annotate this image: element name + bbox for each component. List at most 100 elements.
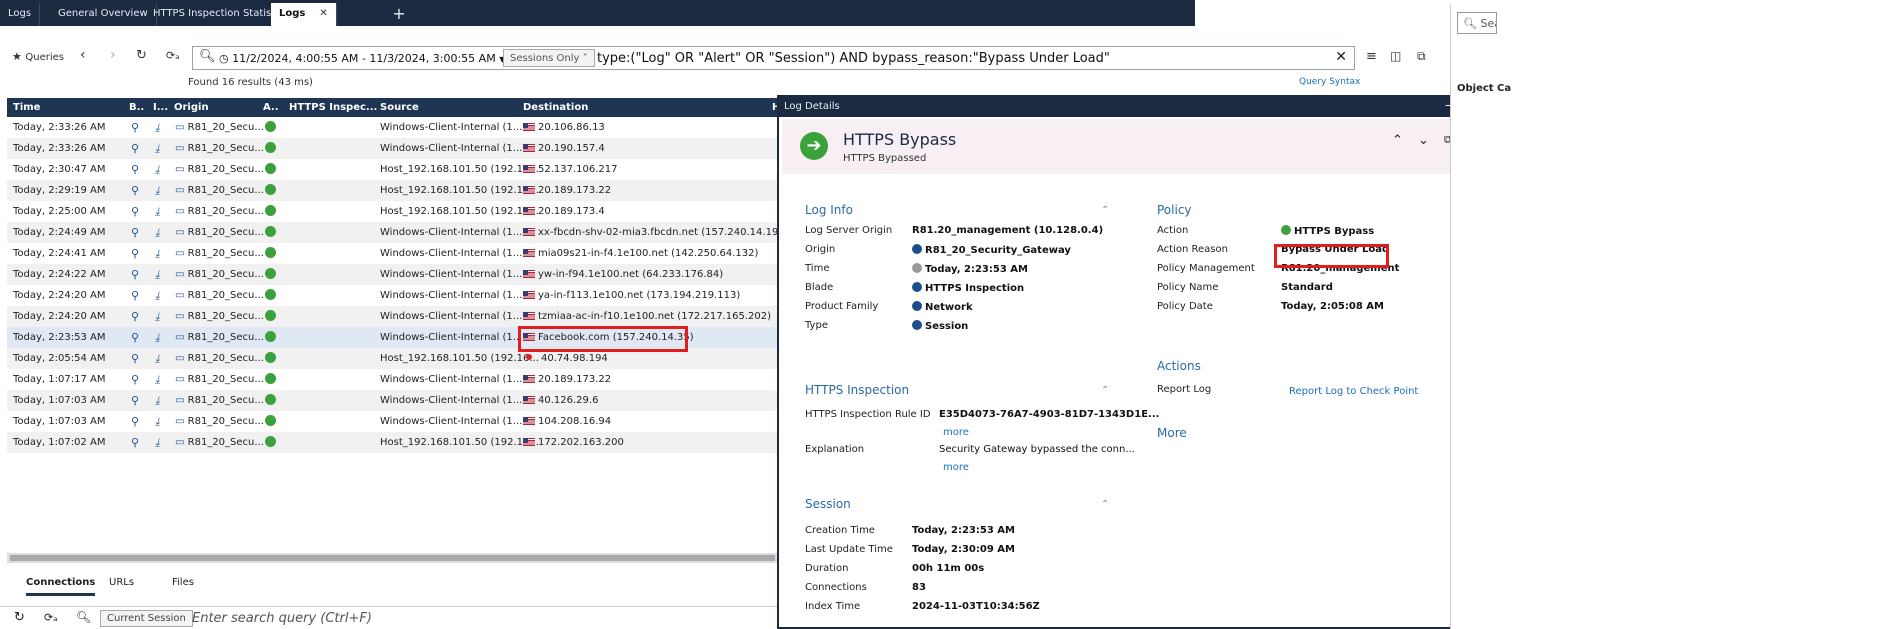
query-options-button[interactable]: ⟳ₐ: [166, 49, 180, 62]
download-icon[interactable]: ⤓: [155, 394, 160, 408]
tab-connections[interactable]: Connections: [26, 577, 96, 596]
magnifier-icon[interactable]: ⚲: [131, 247, 139, 260]
table-row[interactable]: Today, 2:33:26 AM ⚲ ⤓ ▭ R81_20_Secu... Windo…: [7, 138, 782, 159]
download-icon[interactable]: ⤓: [155, 247, 160, 261]
download-icon[interactable]: ⤓: [155, 373, 160, 387]
clear-query-icon[interactable]: ✕: [1335, 49, 1347, 65]
column-https-inspection[interactable]: HTTPS Inspec...: [289, 102, 377, 113]
collapse-icon[interactable]: ⌃: [1101, 385, 1109, 396]
magnifier-icon[interactable]: ⚲: [131, 268, 139, 281]
download-icon[interactable]: ⤓: [155, 205, 160, 219]
new-tab-button[interactable]: +: [388, 3, 410, 25]
session-filter[interactable]: Sessions Only ˅: [503, 49, 595, 67]
forward-button[interactable]: ›: [110, 47, 116, 63]
table-row[interactable]: Today, 1:07:17 AM ⚲ ⤓ ▭ R81_20_Secu... Windo…: [7, 369, 782, 390]
table-row[interactable]: Today, 2:24:20 AM ⚲ ⤓ ▭ R81_20_Secu... Windo…: [7, 306, 782, 327]
table-row[interactable]: Today, 2:29:19 AM ⚲ ⤓ ▭ R81_20_Secu... Host_…: [7, 180, 782, 201]
time-range-selector[interactable]: ◷ 11/2/2024, 4:00:55 AM - 11/3/2024, 3:0…: [219, 52, 505, 65]
section-session[interactable]: Session: [805, 497, 851, 511]
collapse-icon[interactable]: ⌃: [1101, 499, 1109, 510]
table-row[interactable]: Today, 1:07:03 AM ⚲ ⤓ ▭ R81_20_Secu... Windo…: [7, 390, 782, 411]
section-https-inspection[interactable]: HTTPS Inspection: [805, 383, 909, 397]
tab-logs-active[interactable]: Logs ✕: [271, 3, 337, 26]
panel-toggle-icon[interactable]: ◫: [1390, 49, 1401, 63]
column-blade[interactable]: B..: [129, 102, 144, 113]
menu-icon[interactable]: ≡: [1366, 49, 1377, 64]
magnifier-icon[interactable]: ⚲: [131, 352, 139, 365]
queries-button[interactable]: ★ Queries: [12, 50, 64, 63]
tab-general-overview[interactable]: General Overview: [50, 3, 157, 26]
section-more[interactable]: More: [1157, 426, 1187, 440]
collapse-icon[interactable]: ⌃: [1101, 205, 1109, 216]
table-row[interactable]: Today, 2:24:41 AM ⚲ ⤓ ▭ R81_20_Secu... Windo…: [7, 243, 782, 264]
current-session-badge[interactable]: Current Session: [100, 610, 193, 627]
table-row[interactable]: Today, 2:33:26 AM ⚲ ⤓ ▭ R81_20_Secu... Windo…: [7, 117, 782, 138]
table-row[interactable]: Today, 2:25:00 AM ⚲ ⤓ ▭ R81_20_Secu... Host_…: [7, 201, 782, 222]
magnifier-icon[interactable]: ⚲: [131, 121, 139, 134]
magnifier-icon[interactable]: ⚲: [131, 373, 139, 386]
open-window-icon[interactable]: ⧉: [1417, 49, 1426, 64]
download-icon[interactable]: ⤓: [155, 226, 160, 240]
column-time[interactable]: Time: [13, 102, 40, 113]
column-source[interactable]: Source: [380, 102, 419, 113]
query-options-icon[interactable]: ⟳ₐ: [44, 611, 58, 624]
download-icon[interactable]: ⤓: [155, 289, 160, 303]
previous-log-icon[interactable]: ⌃: [1392, 133, 1403, 148]
refresh-button[interactable]: ↻: [136, 48, 147, 63]
download-icon[interactable]: ⤓: [155, 142, 160, 156]
table-row[interactable]: Today, 2:24:22 AM ⚲ ⤓ ▭ R81_20_Secu... Windo…: [7, 264, 782, 285]
magnifier-icon[interactable]: ⚲: [131, 184, 139, 197]
magnifier-icon[interactable]: ⚲: [131, 142, 139, 155]
query-bar[interactable]: 🔍︎ ◷ 11/2/2024, 4:00:55 AM - 11/3/2024, …: [192, 46, 1355, 70]
magnifier-icon[interactable]: ⚲: [131, 205, 139, 218]
download-icon[interactable]: ⤓: [155, 352, 160, 366]
more-link[interactable]: more: [943, 462, 969, 473]
object-search-input[interactable]: 🔍︎ Search...: [1457, 12, 1497, 34]
column-info[interactable]: I...: [153, 102, 168, 113]
tab-logs-1[interactable]: Logs: [0, 3, 41, 26]
section-log-info[interactable]: Log Info: [805, 203, 853, 217]
refresh-icon[interactable]: ↻: [14, 610, 25, 625]
magnifier-icon[interactable]: ⚲: [131, 289, 139, 302]
magnifier-icon[interactable]: ⚲: [131, 163, 139, 176]
magnifier-icon[interactable]: ⚲: [131, 310, 139, 323]
table-row[interactable]: Today, 2:24:49 AM ⚲ ⤓ ▭ R81_20_Secu... Windo…: [7, 222, 782, 243]
query-input[interactable]: type:("Log" OR "Alert" OR "Session") AND…: [597, 51, 1110, 66]
table-row[interactable]: Today, 1:07:02 AM ⚲ ⤓ ▭ R81_20_Secu... Host_…: [7, 432, 782, 453]
section-policy[interactable]: Policy: [1157, 203, 1192, 217]
table-row[interactable]: Today, 2:30:47 AM ⚲ ⤓ ▭ R81_20_Secu... Host_…: [7, 159, 782, 180]
scrollbar-thumb[interactable]: [10, 555, 775, 561]
download-icon[interactable]: ⤓: [155, 310, 160, 324]
back-button[interactable]: ‹: [80, 47, 86, 63]
section-actions[interactable]: Actions: [1157, 359, 1201, 373]
download-icon[interactable]: ⤓: [155, 268, 160, 282]
table-row[interactable]: Today, 1:07:03 AM ⚲ ⤓ ▭ R81_20_Secu... Windo…: [7, 411, 782, 432]
report-log-link[interactable]: Report Log to Check Point: [1289, 386, 1418, 397]
horizontal-scrollbar[interactable]: [7, 553, 782, 563]
download-icon[interactable]: ⤓: [155, 415, 160, 429]
magnifier-icon[interactable]: ⚲: [131, 394, 139, 407]
query-syntax-link[interactable]: Query Syntax: [1299, 77, 1360, 87]
next-log-icon[interactable]: ⌄: [1418, 133, 1429, 148]
tab-urls[interactable]: URLs: [109, 577, 134, 588]
magnifier-icon[interactable]: ⚲: [131, 331, 139, 344]
column-destination[interactable]: Destination: [523, 102, 588, 113]
tab-files[interactable]: Files: [172, 577, 194, 588]
more-link[interactable]: more: [943, 427, 969, 438]
download-icon[interactable]: ⤓: [155, 331, 160, 345]
download-icon[interactable]: ⤓: [155, 163, 160, 177]
download-icon[interactable]: ⤓: [155, 121, 160, 135]
search-icon: 🔍︎: [76, 610, 92, 624]
column-action[interactable]: A..: [263, 102, 279, 113]
table-row[interactable]: Today, 2:24:20 AM ⚲ ⤓ ▭ R81_20_Secu... Windo…: [7, 285, 782, 306]
field-label: Action Reason: [1157, 244, 1228, 255]
close-icon[interactable]: ✕: [319, 8, 327, 19]
magnifier-icon[interactable]: ⚲: [131, 226, 139, 239]
download-icon[interactable]: ⤓: [155, 184, 160, 198]
column-origin[interactable]: Origin: [174, 102, 209, 113]
download-icon[interactable]: ⤓: [155, 436, 160, 450]
magnifier-icon[interactable]: ⚲: [131, 415, 139, 428]
magnifier-icon[interactable]: ⚲: [131, 436, 139, 449]
bottom-search-input[interactable]: Enter search query (Ctrl+F): [192, 611, 372, 626]
cell-source: Host_192.168.101.50 (192.16...: [380, 185, 539, 196]
